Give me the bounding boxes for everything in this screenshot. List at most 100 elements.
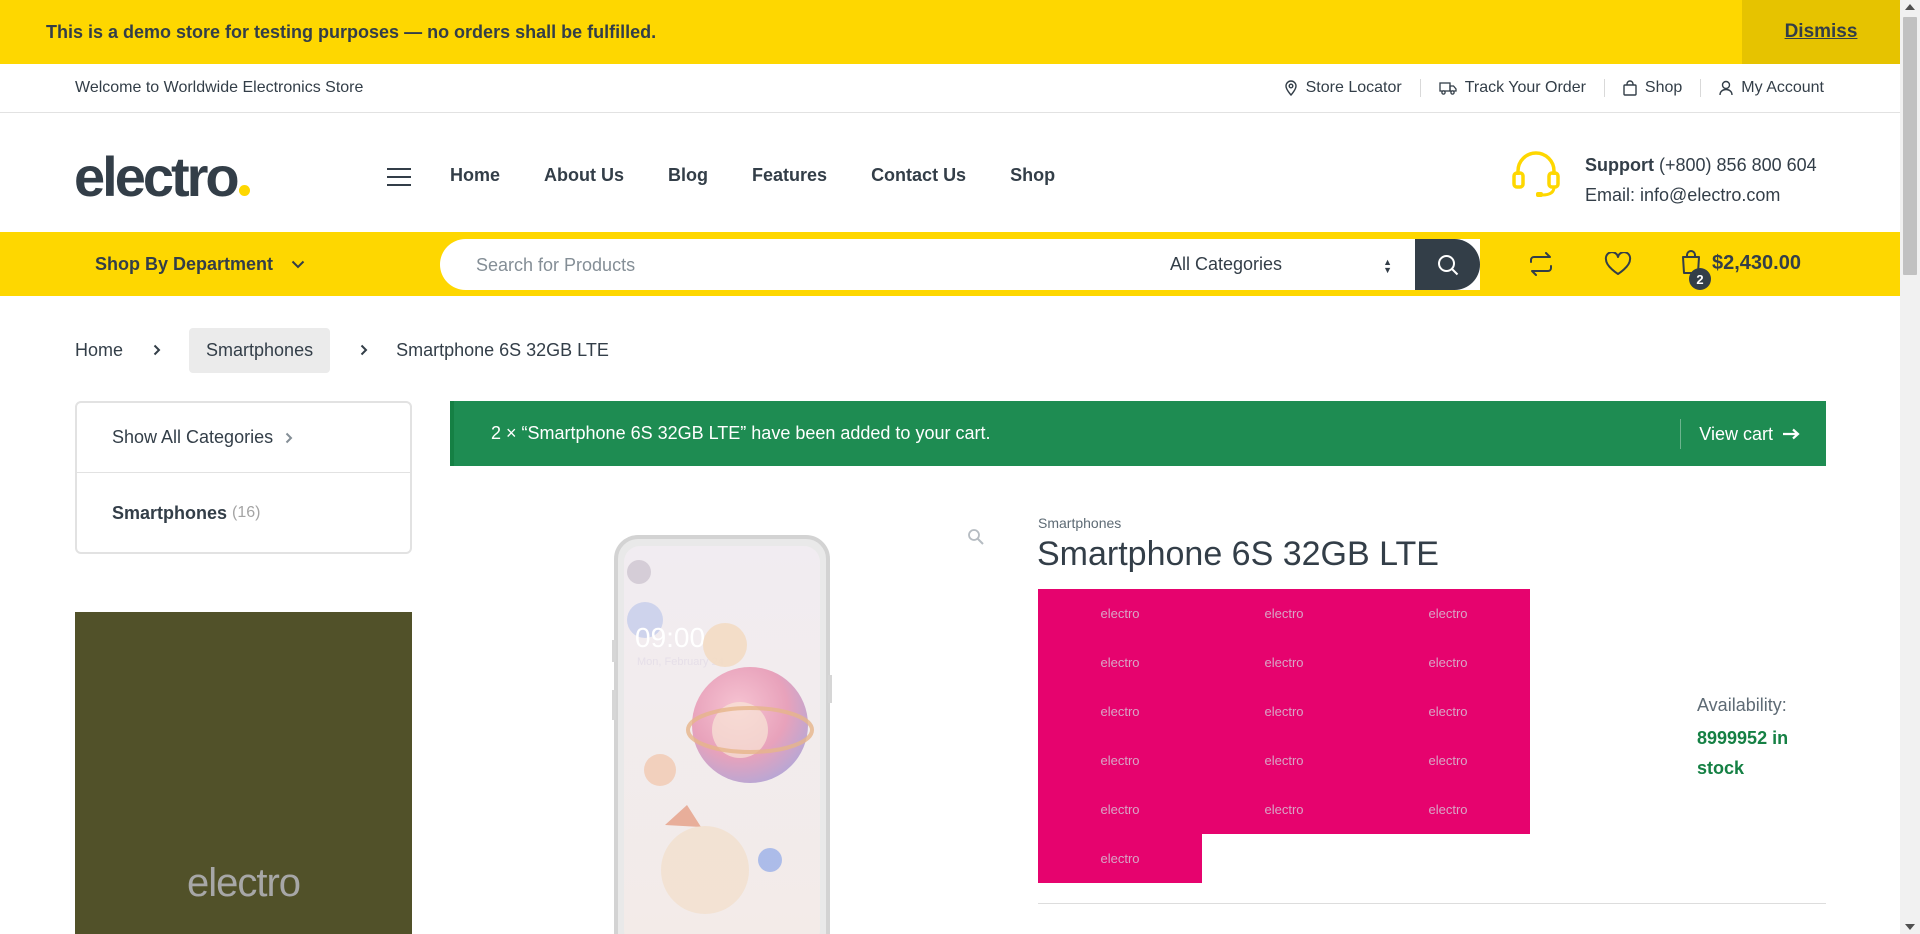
brand-logo-tile: electro <box>1202 638 1366 687</box>
brand-logo-tile: electro <box>1038 638 1202 687</box>
brand-logo-tile: electro <box>1366 736 1530 785</box>
support-info: Support (+800) 856 800 604 Email: info@e… <box>1585 150 1817 210</box>
availability-label: Availability: <box>1697 695 1787 715</box>
category-select[interactable]: All Categories ▲ ▼ <box>1170 239 1420 290</box>
chevron-down-icon <box>291 260 305 269</box>
select-arrows-icon: ▲ ▼ <box>1383 257 1392 275</box>
chevron-right-icon <box>285 432 293 443</box>
chevron-right-icon <box>153 344 161 356</box>
zoom-magnifier-icon[interactable] <box>967 528 985 546</box>
user-icon <box>1719 80 1733 96</box>
dismiss-button[interactable]: Dismiss <box>1742 0 1900 64</box>
added-to-cart-message: 2 × “Smartphone 6S 32GB LTE” have been a… <box>450 401 1826 466</box>
show-all-categories-link[interactable]: Show All Categories <box>77 403 410 473</box>
my-account-label: My Account <box>1741 79 1824 96</box>
logo-dot <box>238 185 250 196</box>
demo-notice-text: This is a demo store for testing purpose… <box>46 22 657 42</box>
search-button[interactable] <box>1415 239 1480 290</box>
nav-contact-us[interactable]: Contact Us <box>871 165 966 186</box>
phone-clock: 09:00 <box>635 622 705 653</box>
shopping-bag-icon <box>1623 80 1637 96</box>
cart-total[interactable]: $2,430.00 <box>1712 252 1801 275</box>
my-account-link[interactable]: My Account <box>1700 79 1824 97</box>
site-logo[interactable]: electro <box>74 149 250 205</box>
breadcrumb-current: Smartphone 6S 32GB LTE <box>396 339 609 360</box>
category-count: (16) <box>232 504 261 521</box>
main-navigation: Home About Us Blog Features Contact Us S… <box>450 165 1099 186</box>
track-order-label: Track Your Order <box>1464 79 1586 96</box>
brand-logo-tile: electro <box>1038 589 1202 638</box>
brand-logo-tile: electro <box>1366 638 1530 687</box>
category-widget: Show All Categories Smartphones (16) <box>75 401 412 554</box>
scrollbar-thumb[interactable] <box>1903 17 1917 275</box>
page-scrollbar[interactable] <box>1900 0 1920 934</box>
category-name: Smartphones <box>112 502 228 523</box>
brand-logo-tile: electro <box>1038 834 1202 883</box>
support-label: Support <box>1585 155 1654 175</box>
masthead: electro Home About Us Blog Features Cont… <box>0 113 1900 232</box>
store-locator-label: Store Locator <box>1305 79 1402 96</box>
welcome-message: Welcome to Worldwide Electronics Store <box>75 79 364 96</box>
brand-logo-tile: electro <box>1366 589 1530 638</box>
product-search-form: All Categories ▲▼ <box>440 239 1480 290</box>
breadcrumb-smartphones[interactable]: Smartphones <box>189 327 331 373</box>
support-phone-line: Support (+800) 856 800 604 <box>1585 150 1817 180</box>
nav-home[interactable]: Home <box>450 165 500 186</box>
product-title: Smartphone 6S 32GB LTE <box>1037 535 1439 573</box>
product-category-link[interactable]: Smartphones <box>1038 515 1121 531</box>
brand-logo-tile: electro <box>1038 687 1202 736</box>
breadcrumb: Home Smartphones Smartphone 6S 32GB LTE <box>75 327 609 373</box>
brand-logo-tile: electro <box>1038 785 1202 834</box>
product-gallery: 09:00 Mon, February 24 <box>450 500 1010 934</box>
support-phone: (+800) 856 800 604 <box>1659 155 1817 175</box>
search-input[interactable] <box>476 251 1136 279</box>
scroll-down-arrow-icon[interactable] <box>1905 924 1915 930</box>
added-to-cart-text: 2 × “Smartphone 6S 32GB LTE” have been a… <box>491 423 991 443</box>
nav-shop[interactable]: Shop <box>1010 165 1055 186</box>
shop-link[interactable]: Shop <box>1603 79 1700 97</box>
truck-icon <box>1439 82 1457 95</box>
chevron-right-icon <box>360 344 368 356</box>
category-item-smartphones[interactable]: Smartphones (16) <box>77 473 410 553</box>
view-cart-label: View cart <box>1699 424 1773 444</box>
wishlist-heart-icon[interactable] <box>1604 252 1632 276</box>
sidebar-promo-banner[interactable]: electro <box>75 612 412 934</box>
show-all-categories-label: Show All Categories <box>112 427 274 447</box>
category-select-value: All Categories <box>1170 254 1283 274</box>
headset-support-icon <box>1512 151 1560 197</box>
breadcrumb-home[interactable]: Home <box>75 340 123 361</box>
logo-text: electro <box>74 145 240 208</box>
brand-logo-tile: electro <box>1038 736 1202 785</box>
search-icon <box>1437 254 1458 275</box>
brand-logo-tile: electro <box>1366 785 1530 834</box>
track-order-link[interactable]: Track Your Order <box>1419 79 1604 97</box>
view-cart-button[interactable]: View cart <box>1680 419 1826 449</box>
cart-count-badge: 2 <box>1689 268 1711 290</box>
promo-banner-text: electro <box>186 861 301 905</box>
top-bar: Welcome to Worldwide Electronics Store S… <box>0 64 1900 113</box>
top-links: Store Locator Track Your Order Shop My A… <box>1266 64 1824 112</box>
hamburger-menu-icon[interactable] <box>387 168 411 188</box>
nav-features[interactable]: Features <box>752 165 827 186</box>
support-email: Email: info@electro.com <box>1585 185 1781 205</box>
brand-logo-tile: electro <box>1366 687 1530 736</box>
shop-by-department-toggle[interactable]: Shop By Department <box>95 254 305 275</box>
department-search-bar: Shop By Department All Categories ▲▼ 2 $… <box>0 232 1900 296</box>
brand-logo-tile: electro <box>1202 687 1366 736</box>
shop-label: Shop <box>1644 79 1683 96</box>
stock-status: 8999952 in stock <box>1697 728 1789 778</box>
nav-about-us[interactable]: About Us <box>544 165 624 186</box>
brand-logo-tile: electro <box>1202 736 1366 785</box>
product-image[interactable]: 09:00 Mon, February 24 <box>450 500 1010 934</box>
map-pin-icon <box>1284 80 1297 96</box>
brand-logo-tile: electro <box>1202 589 1366 638</box>
scroll-up-arrow-icon[interactable] <box>1905 4 1915 10</box>
demo-store-notice: This is a demo store for testing purpose… <box>0 0 1900 64</box>
nav-blog[interactable]: Blog <box>668 165 708 186</box>
compare-icon[interactable] <box>1528 252 1554 276</box>
shop-by-department-label: Shop By Department <box>95 254 274 274</box>
store-locator-link[interactable]: Store Locator <box>1266 79 1420 97</box>
summary-divider <box>1038 903 1826 904</box>
brand-logo-tile: electro <box>1202 785 1366 834</box>
arrow-right-icon <box>1783 428 1800 440</box>
